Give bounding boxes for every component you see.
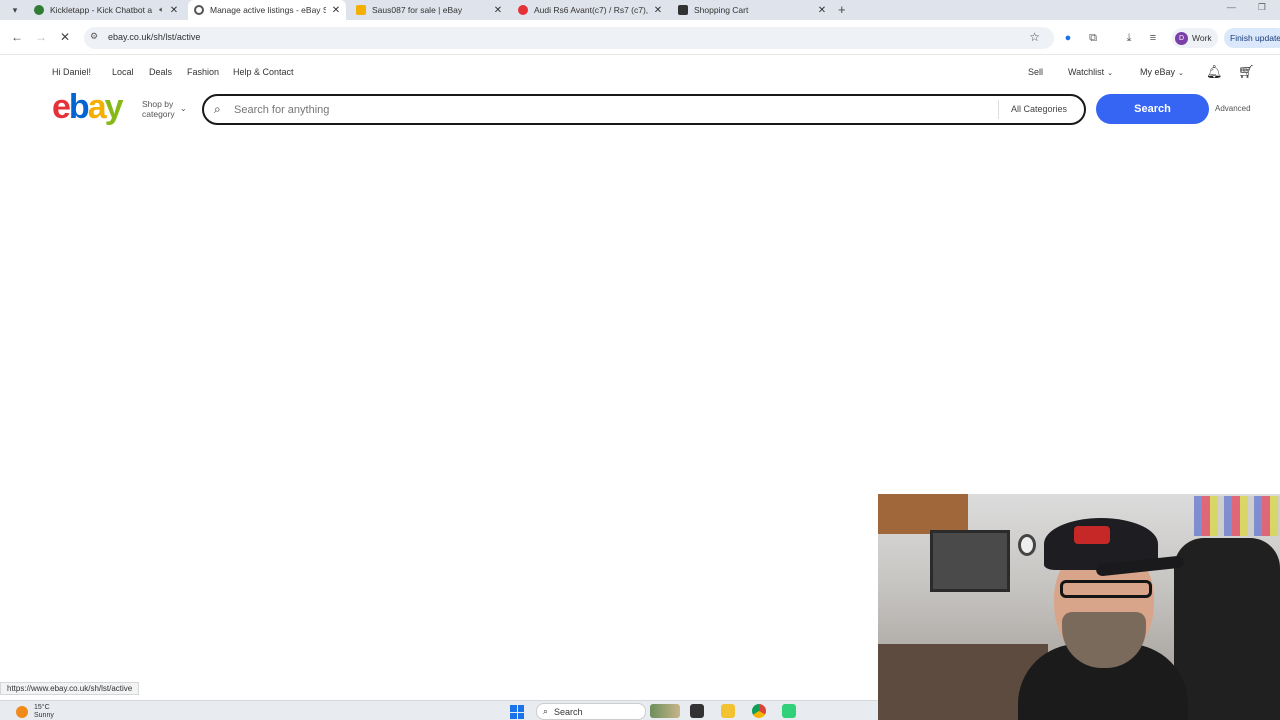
reading-list-icon[interactable]: ≡: [1146, 31, 1160, 45]
close-tab-icon[interactable]: ✕: [330, 5, 342, 16]
stop-loading-icon[interactable]: ✕: [58, 30, 72, 44]
ebay-favicon-icon: [678, 5, 688, 15]
sun-icon: [16, 706, 28, 718]
task-view-icon[interactable]: [690, 704, 704, 718]
search-bar: ⌕ All Categories: [202, 94, 1086, 125]
url-text[interactable]: ebay.co.uk/sh/lst/active: [108, 32, 200, 42]
speaker-icon[interactable]: 🔈︎: [159, 5, 164, 15]
widgets-icon[interactable]: [650, 704, 680, 718]
chrome-icon[interactable]: [752, 704, 766, 718]
browser-tab-kicklet[interactable]: Kickletapp - Kick Chatbot a 🔈︎ ✕: [28, 0, 184, 20]
search-icon: ⌕: [214, 102, 221, 116]
ebay-logo[interactable]: ebay: [52, 88, 124, 127]
category-select[interactable]: All Categories: [998, 100, 1084, 119]
finish-update-button[interactable]: Finish update: [1224, 28, 1280, 48]
weather-widget[interactable]: 15°C Sunny: [16, 704, 54, 720]
chevron-down-icon: ⌄: [1107, 70, 1114, 77]
logo-letter: b: [68, 88, 90, 126]
search-button[interactable]: Search: [1096, 94, 1209, 124]
close-tab-icon[interactable]: ✕: [652, 5, 664, 16]
tab-search-chevron-icon[interactable]: ▾: [7, 2, 23, 18]
logo-letter: a: [87, 88, 107, 126]
my-ebay-dropdown[interactable]: My eBay ⌄: [1140, 67, 1184, 77]
notification-bell-icon[interactable]: 🔔︎: [1206, 64, 1223, 80]
loading-favicon-icon: [194, 5, 204, 15]
new-tab-plus-icon[interactable]: +: [838, 2, 852, 18]
webcam-overlay: [878, 494, 1280, 720]
kicklet-favicon-icon: [34, 5, 44, 15]
search-input[interactable]: [234, 102, 974, 117]
close-tab-icon[interactable]: ✕: [168, 5, 180, 16]
browser-tab-saus087[interactable]: Saus087 for sale | eBay ✕: [350, 0, 508, 20]
category-label: category: [142, 109, 175, 119]
shop-by-label: Shop by: [142, 99, 174, 109]
extensions-puzzle-icon[interactable]: ⧉: [1086, 31, 1100, 45]
extension-icon[interactable]: ●: [1061, 31, 1075, 45]
taskbar-search-label: Search: [554, 706, 583, 717]
browser-tab-shopping-cart[interactable]: Shopping Cart ✕: [672, 0, 832, 20]
browser-tab-manage-listings[interactable]: Manage active listings - eBay S ✕: [188, 0, 346, 20]
minimize-icon[interactable]: —: [1227, 2, 1236, 13]
nav-local-link[interactable]: Local: [112, 67, 134, 77]
profile-label: Work: [1192, 33, 1212, 43]
logo-letter: e: [52, 88, 71, 126]
forward-arrow-icon[interactable]: →: [34, 30, 48, 44]
tab-title: Manage active listings - eBay S: [210, 5, 326, 15]
browser-toolbar: ← → ✕ ⚙ ebay.co.uk/sh/lst/active ☆ ● ⧉ ⤓…: [0, 20, 1280, 55]
chevron-down-icon: ⌄: [1178, 70, 1184, 77]
window-controls: — ❐: [1227, 2, 1266, 13]
ebay-top-nav: Hi Daniel! Local Deals Fashion Help & Co…: [0, 60, 1280, 84]
back-arrow-icon[interactable]: ←: [10, 30, 24, 44]
bookmark-star-icon[interactable]: ☆: [1029, 30, 1040, 44]
audi-favicon-icon: [518, 5, 528, 15]
search-icon: ⌕: [543, 706, 549, 716]
profile-avatar: D: [1175, 31, 1188, 45]
weather-temp: 15°C: [34, 704, 50, 711]
restore-icon[interactable]: ❐: [1258, 2, 1266, 13]
downloads-icon[interactable]: ⤓: [1122, 31, 1136, 45]
file-explorer-icon[interactable]: [721, 704, 735, 718]
browser-tab-strip: ▾ Kickletapp - Kick Chatbot a 🔈︎ ✕ Manag…: [0, 0, 1280, 20]
greeting-link[interactable]: Hi Daniel!: [52, 67, 91, 77]
nav-deals-link[interactable]: Deals: [149, 67, 172, 77]
advanced-search-link[interactable]: Advanced: [1215, 104, 1251, 113]
taskbar-search[interactable]: ⌕ Search: [536, 703, 646, 720]
shop-by-category-button[interactable]: Shop by category ⌄: [142, 99, 187, 119]
watchlist-label: Watchlist: [1068, 67, 1105, 77]
cart-icon[interactable]: 🛒︎: [1238, 64, 1255, 80]
logo-letter: y: [104, 88, 124, 126]
close-tab-icon[interactable]: ✕: [492, 5, 504, 16]
nav-fashion-link[interactable]: Fashion: [187, 67, 219, 77]
watchlist-dropdown[interactable]: Watchlist ⌄: [1068, 67, 1113, 77]
tab-title: Saus087 for sale | eBay: [372, 5, 463, 15]
profile-chip[interactable]: D Work: [1172, 28, 1218, 48]
chevron-down-icon: ⌄: [180, 104, 187, 113]
site-info-icon[interactable]: ⚙: [90, 31, 98, 42]
link-status-bubble: https://www.ebay.co.uk/sh/lst/active: [0, 682, 140, 695]
tab-title: Shopping Cart: [694, 5, 749, 15]
browser-tab-audi[interactable]: Audi Rs6 Avant(c7) / Rs7 (c7), 4 ✕: [512, 0, 668, 20]
weather-condition: Sunny: [34, 712, 54, 719]
windows-start-icon[interactable]: [510, 705, 524, 719]
tab-title: Audi Rs6 Avant(c7) / Rs7 (c7), 4: [534, 5, 648, 15]
category-select-label: All Categories: [1011, 104, 1068, 114]
sell-link[interactable]: Sell: [1028, 67, 1043, 77]
close-tab-icon[interactable]: ✕: [816, 5, 828, 16]
nav-help-contact-link[interactable]: Help & Contact: [233, 67, 294, 77]
address-bar[interactable]: ⚙ ebay.co.uk/sh/lst/active ☆: [84, 27, 1054, 49]
app-icon[interactable]: [782, 704, 796, 718]
my-ebay-label: My eBay: [1140, 67, 1176, 77]
tab-title: Kickletapp - Kick Chatbot a: [50, 5, 153, 15]
ebay-favicon-icon: [356, 5, 366, 15]
